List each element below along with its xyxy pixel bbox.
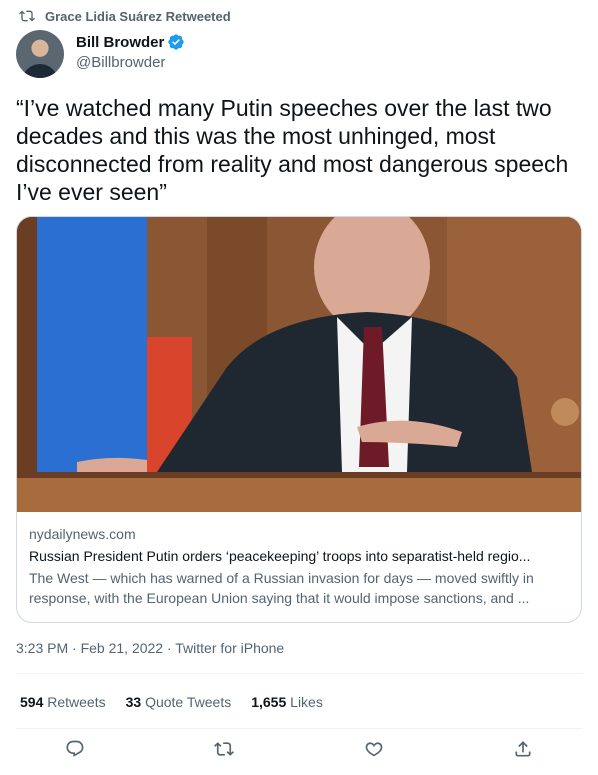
author-handle[interactable]: @Billbrowder [76,54,185,71]
tweet-stats: 594 Retweets 33 Quote Tweets 1,655 Likes [20,694,343,710]
likes-stat[interactable]: 1,655 Likes [251,694,323,710]
card-image [17,217,581,512]
reply-icon [66,740,84,757]
share-icon [515,741,531,757]
author-block[interactable]: Bill Browder @Billbrowder [76,33,185,71]
avatar[interactable] [16,30,64,78]
retweeted-by-text: Grace Lidia Suárez Retweeted [45,8,231,24]
divider [16,728,582,729]
author-name[interactable]: Bill Browder [76,34,164,51]
like-icon [365,742,383,757]
card-domain: nydailynews.com [29,526,136,542]
retweet-button[interactable] [213,738,235,760]
tweet-text: “I’ve watched many Putin speeches over t… [16,95,569,205]
card-title: Russian President Putin orders ‘peacekee… [29,548,531,564]
quote-tweets-stat[interactable]: 33 Quote Tweets [126,694,232,710]
retweets-stat[interactable]: 594 Retweets [20,694,106,710]
reply-button[interactable] [64,738,86,760]
verified-badge-icon [168,34,185,50]
link-card[interactable]: nydailynews.com Russian President Putin … [16,216,582,623]
tweet-actions [0,738,598,760]
retweet-icon [214,742,235,756]
retweet-icon [19,10,35,22]
like-button[interactable] [363,738,385,760]
card-description: The West — which has warned of a Russian… [29,570,534,606]
retweet-indicator[interactable]: Grace Lidia Suárez Retweeted [19,8,231,24]
tweet-timestamp[interactable]: 3:23 PM · Feb 21, 2022 · Twitter for iPh… [16,640,284,656]
share-button[interactable] [512,738,534,760]
divider [16,673,582,674]
